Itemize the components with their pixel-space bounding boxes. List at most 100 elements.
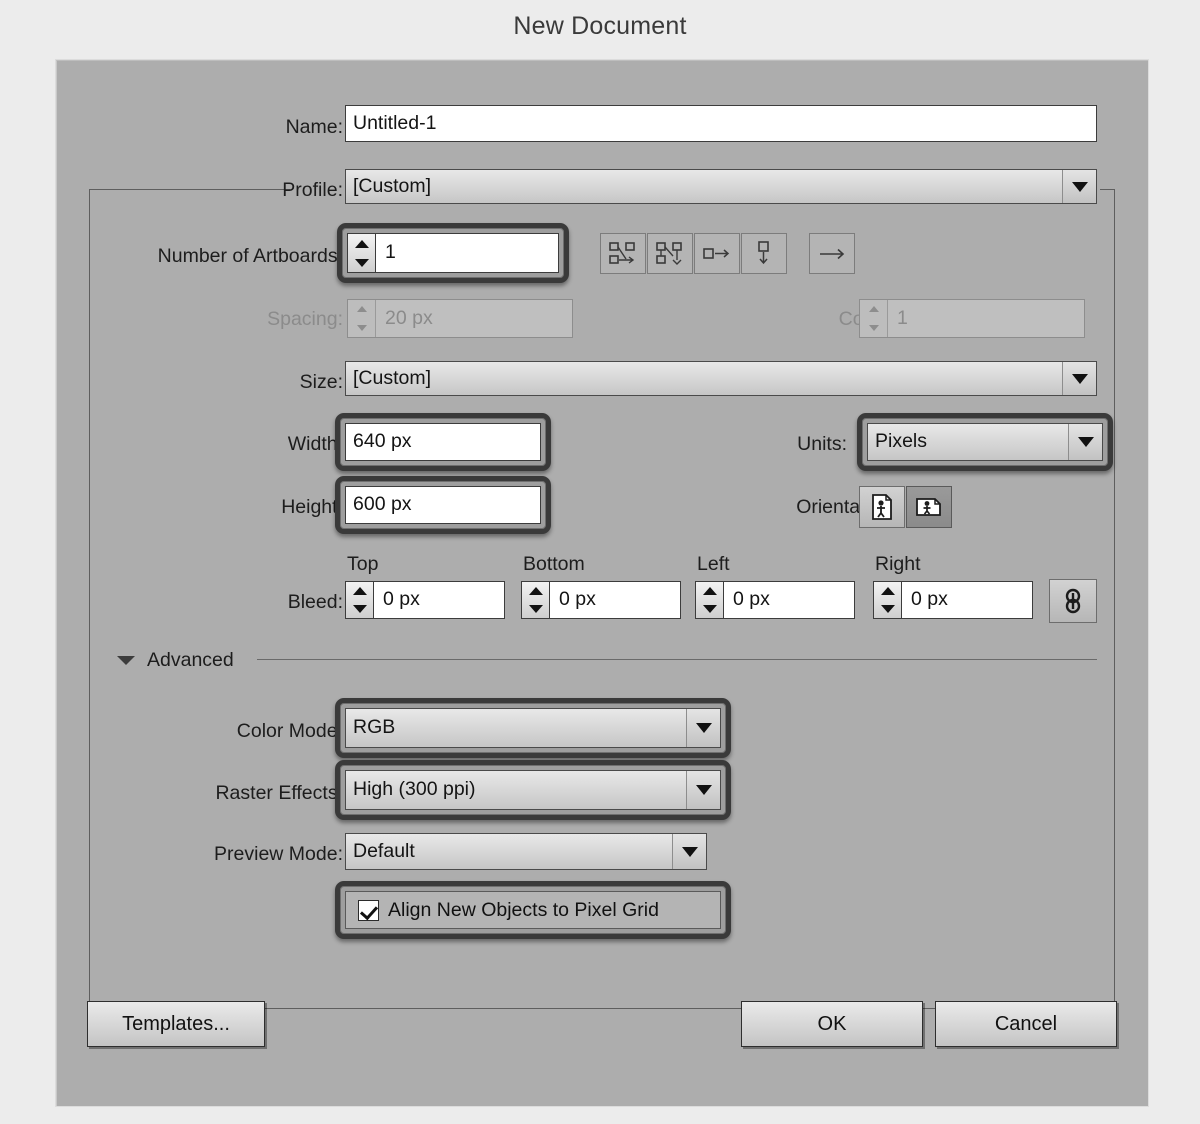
orientation-landscape-button[interactable] bbox=[906, 486, 952, 528]
bleed-column-top-label: Top bbox=[347, 553, 379, 575]
bleed-right-value[interactable]: 0 px bbox=[902, 582, 1032, 618]
landscape-page-icon bbox=[916, 498, 941, 516]
stepper-down-icon[interactable] bbox=[696, 600, 723, 618]
name-label: Name: bbox=[285, 116, 343, 138]
artboard-layout-grid-by-row-button[interactable] bbox=[600, 233, 646, 274]
size-value: [Custom] bbox=[353, 366, 432, 389]
spacing-stepper: 20 px bbox=[347, 299, 573, 338]
stepper-arrows bbox=[348, 300, 376, 337]
stepper-down-icon bbox=[348, 319, 375, 338]
raster-effects-value: High (300 ppi) bbox=[353, 778, 476, 801]
advanced-section-label: Advanced bbox=[147, 649, 234, 671]
color-mode-label: Color Mode: bbox=[236, 720, 343, 742]
stepper-up-icon[interactable] bbox=[522, 582, 549, 600]
new-document-dialog: New Document Name: Untitled-1 Profile: [… bbox=[0, 0, 1200, 1124]
height-label: Height: bbox=[281, 496, 343, 518]
height-input[interactable]: 600 px bbox=[345, 486, 541, 524]
stepper-down-icon[interactable] bbox=[874, 600, 901, 618]
size-label: Size: bbox=[299, 371, 343, 393]
bleed-link-button[interactable] bbox=[1049, 579, 1097, 623]
width-label: Width: bbox=[287, 433, 343, 455]
stepper-down-icon[interactable] bbox=[522, 600, 549, 618]
bleed-label: Bleed: bbox=[287, 591, 343, 613]
chevron-down-icon[interactable] bbox=[1062, 170, 1096, 203]
stepper-down-icon bbox=[860, 319, 887, 338]
chevron-down-icon[interactable] bbox=[686, 709, 720, 747]
color-mode-value: RGB bbox=[353, 716, 396, 739]
preview-mode-value: Default bbox=[353, 839, 415, 862]
bleed-column-right-label: Right bbox=[875, 553, 921, 575]
preview-mode-select[interactable]: Default bbox=[345, 833, 707, 870]
stepper-arrows bbox=[860, 300, 888, 337]
profile-select[interactable]: [Custom] bbox=[345, 169, 1097, 204]
artboard-layout-arrange-by-row-button[interactable] bbox=[694, 233, 740, 274]
chevron-down-icon[interactable] bbox=[686, 771, 720, 809]
templates-button[interactable]: Templates... bbox=[87, 1001, 265, 1047]
spacing-value: 20 px bbox=[385, 306, 433, 329]
advanced-section-toggle[interactable]: Advanced bbox=[117, 649, 234, 671]
size-select[interactable]: [Custom] bbox=[345, 361, 1097, 396]
name-input[interactable]: Untitled-1 bbox=[345, 105, 1097, 142]
stepper-down-icon[interactable] bbox=[348, 253, 375, 272]
bleed-top-stepper[interactable]: 0 px bbox=[345, 581, 505, 619]
bleed-left-stepper[interactable]: 0 px bbox=[695, 581, 855, 619]
link-chain-icon bbox=[1065, 588, 1081, 614]
units-value: Pixels bbox=[875, 430, 928, 453]
profile-label: Profile: bbox=[282, 179, 343, 201]
grid-by-row-icon bbox=[609, 241, 635, 264]
page-title: New Document bbox=[513, 12, 687, 40]
bleed-left-value[interactable]: 0 px bbox=[724, 582, 854, 618]
bleed-top-value[interactable]: 0 px bbox=[374, 582, 504, 618]
number-of-artboards-value[interactable]: 1 bbox=[376, 234, 558, 272]
stepper-up-icon[interactable] bbox=[874, 582, 901, 600]
bleed-right-stepper[interactable]: 0 px bbox=[873, 581, 1033, 619]
width-input[interactable]: 640 px bbox=[345, 423, 541, 461]
artboard-layout-direction-button[interactable] bbox=[809, 233, 855, 274]
number-of-artboards-label: Number of Artboards: bbox=[157, 245, 343, 267]
dialog-body: Name: Untitled-1 Profile: [Custom] Numbe… bbox=[56, 60, 1148, 1106]
portrait-page-icon bbox=[872, 494, 892, 520]
stepper-down-icon[interactable] bbox=[346, 600, 373, 618]
chevron-down-icon[interactable] bbox=[1062, 362, 1096, 395]
artboard-layout-grid-by-column-button[interactable] bbox=[647, 233, 693, 274]
stepper-arrows[interactable] bbox=[346, 582, 374, 618]
stepper-arrows[interactable] bbox=[874, 582, 902, 618]
cancel-button[interactable]: Cancel bbox=[935, 1001, 1117, 1047]
columns-value: 1 bbox=[897, 306, 908, 329]
align-pixel-grid-label: Align New Objects to Pixel Grid bbox=[388, 898, 659, 921]
ok-button[interactable]: OK bbox=[741, 1001, 923, 1047]
stepper-up-icon bbox=[860, 300, 887, 319]
stepper-arrows[interactable] bbox=[522, 582, 550, 618]
bleed-column-left-label: Left bbox=[697, 553, 730, 575]
bleed-column-bottom-label: Bottom bbox=[523, 553, 585, 575]
grid-by-column-icon bbox=[656, 241, 682, 265]
profile-value: [Custom] bbox=[353, 174, 432, 197]
units-label: Units: bbox=[797, 433, 847, 455]
spacing-label: Spacing: bbox=[267, 308, 343, 330]
bleed-bottom-value[interactable]: 0 px bbox=[550, 582, 680, 618]
color-mode-select[interactable]: RGB bbox=[345, 708, 721, 748]
raster-effects-select[interactable]: High (300 ppi) bbox=[345, 770, 721, 810]
raster-effects-label: Raster Effects: bbox=[215, 782, 343, 804]
preview-mode-label: Preview Mode: bbox=[214, 843, 343, 865]
stepper-up-icon[interactable] bbox=[348, 234, 375, 253]
units-select[interactable]: Pixels bbox=[867, 423, 1103, 461]
chevron-down-icon[interactable] bbox=[672, 834, 706, 869]
advanced-divider bbox=[257, 659, 1097, 660]
arrange-by-row-icon bbox=[703, 247, 730, 259]
columns-stepper: 1 bbox=[859, 299, 1085, 338]
bleed-bottom-stepper[interactable]: 0 px bbox=[521, 581, 681, 619]
arrow-right-icon bbox=[820, 248, 845, 259]
number-of-artboards-stepper[interactable]: 1 bbox=[347, 233, 559, 273]
artboard-layout-arrange-by-column-button[interactable] bbox=[741, 233, 787, 274]
stepper-up-icon bbox=[348, 300, 375, 319]
checkbox-checked-icon[interactable] bbox=[358, 899, 379, 921]
align-pixel-grid-checkbox-row[interactable]: Align New Objects to Pixel Grid bbox=[345, 891, 721, 929]
stepper-arrows[interactable] bbox=[696, 582, 724, 618]
stepper-up-icon[interactable] bbox=[696, 582, 723, 600]
chevron-down-icon[interactable] bbox=[1068, 424, 1102, 460]
stepper-arrows[interactable] bbox=[348, 234, 376, 272]
chevron-down-icon[interactable] bbox=[117, 656, 135, 666]
stepper-up-icon[interactable] bbox=[346, 582, 373, 600]
orientation-portrait-button[interactable] bbox=[859, 486, 905, 528]
